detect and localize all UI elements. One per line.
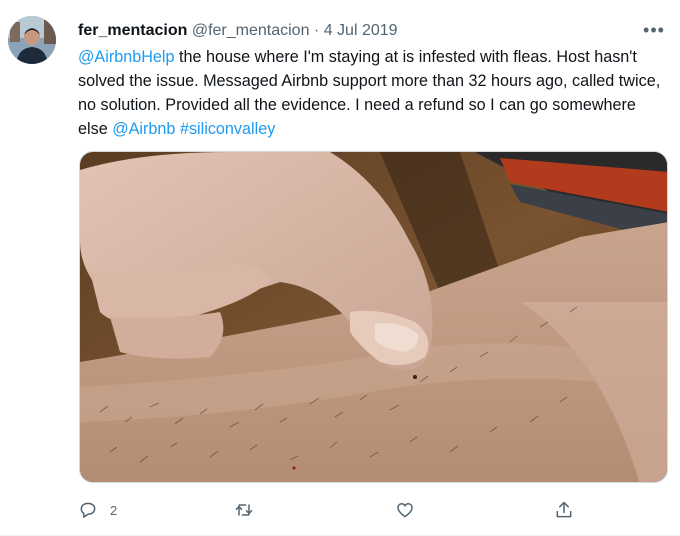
reply-icon [80, 502, 96, 518]
more-icon[interactable]: ••• [642, 18, 666, 42]
reply-count: 2 [110, 502, 118, 518]
reply-button[interactable]: 2 [78, 498, 117, 522]
tweet-actions: 2 [78, 498, 598, 522]
tweet-card[interactable]: fer_mentacion @fer_mentacion · 4 Jul 201… [0, 0, 680, 536]
tweet-media-photo[interactable] [79, 151, 668, 483]
avatar[interactable] [8, 16, 56, 64]
heart-icon [397, 503, 413, 518]
retweet-icon [235, 504, 253, 516]
author-name[interactable]: fer_mentacion [78, 22, 187, 39]
mention-airbnb[interactable]: @Airbnb [112, 120, 175, 138]
photo-hand-arm [80, 152, 667, 482]
author-handle[interactable]: @fer_mentacion [192, 22, 310, 39]
share-button[interactable] [554, 498, 574, 522]
share-icon [556, 501, 572, 518]
separator-dot: · [313, 22, 320, 39]
hashtag-siliconvalley[interactable]: #siliconvalley [180, 120, 275, 138]
like-button[interactable] [395, 498, 427, 522]
retweet-button[interactable] [234, 498, 266, 522]
mention-airbnbhelp[interactable]: @AirbnbHelp [78, 48, 175, 66]
avatar-photo [8, 16, 56, 64]
tweet-header: fer_mentacion @fer_mentacion · 4 Jul 201… [78, 20, 660, 42]
tweet-date[interactable]: 4 Jul 2019 [324, 22, 398, 39]
tweet-text: @AirbnbHelp the house where I'm staying … [78, 45, 668, 141]
